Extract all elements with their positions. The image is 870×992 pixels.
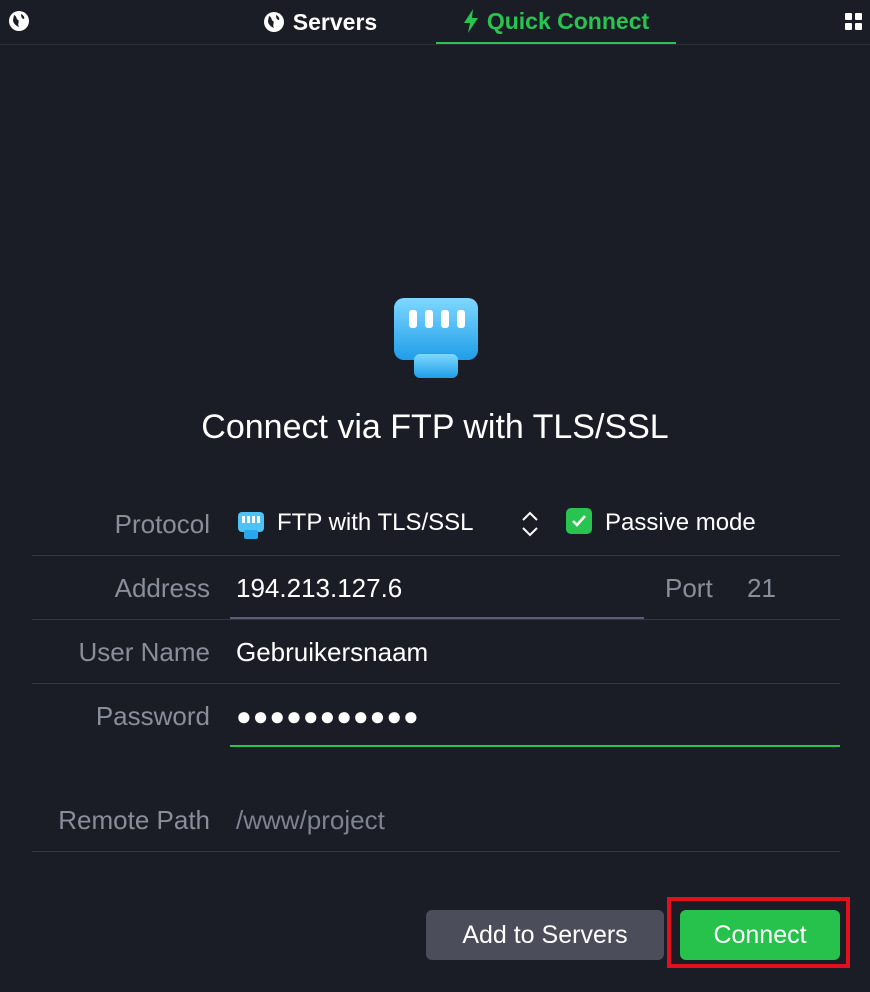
chevron-updown-icon[interactable]: [518, 509, 542, 539]
ethernet-port-icon: [394, 298, 478, 378]
port-field[interactable]: 21: [747, 573, 776, 604]
globe-icon: [263, 12, 284, 32]
globe-icon[interactable]: [8, 10, 30, 32]
password-field[interactable]: ●●●●●●●●●●●: [236, 701, 420, 732]
divider: [32, 851, 840, 852]
protocol-select[interactable]: FTP with TLS/SSL: [277, 509, 474, 537]
port-label: Port: [665, 573, 713, 603]
username-row: User Name Gebruikersnaam: [32, 620, 840, 684]
add-to-servers-button[interactable]: Add to Servers: [426, 910, 664, 960]
username-field[interactable]: Gebruikersnaam: [236, 637, 428, 668]
username-label: User Name: [78, 637, 210, 667]
passive-mode-checkbox[interactable]: [566, 508, 592, 534]
highlight-box: [667, 897, 850, 968]
checkmark-icon: [572, 515, 586, 527]
remote-path-row: Remote Path /www/project: [32, 788, 840, 852]
remote-path-field[interactable]: /www/project: [236, 805, 385, 836]
remote-path-label: Remote Path: [58, 805, 210, 835]
address-label: Address: [114, 573, 210, 603]
tab-quick-connect[interactable]: Quick Connect: [436, 0, 676, 44]
password-field-underline: [230, 745, 840, 747]
password-row: Password ●●●●●●●●●●●: [32, 684, 840, 748]
page-title: Connect via FTP with TLS/SSL: [201, 408, 669, 446]
tab-quick-connect-label: Quick Connect: [486, 7, 650, 34]
ethernet-port-icon: [238, 512, 266, 540]
top-bar: Servers Quick Connect: [0, 0, 870, 45]
protocol-row: Protocol FTP with TLS/SSL Passive mode: [32, 492, 840, 556]
passive-mode-label: Passive mode: [605, 509, 756, 536]
grid-view-icon[interactable]: [845, 13, 863, 31]
password-label: Password: [95, 701, 210, 731]
protocol-label: Protocol: [114, 509, 210, 539]
tab-servers[interactable]: Servers: [240, 0, 400, 44]
tab-servers-label: Servers: [292, 8, 378, 35]
lightning-icon: [463, 9, 478, 33]
address-field[interactable]: 194.213.127.6: [236, 573, 402, 604]
address-row: Address 194.213.127.6 Port 21: [32, 556, 840, 620]
